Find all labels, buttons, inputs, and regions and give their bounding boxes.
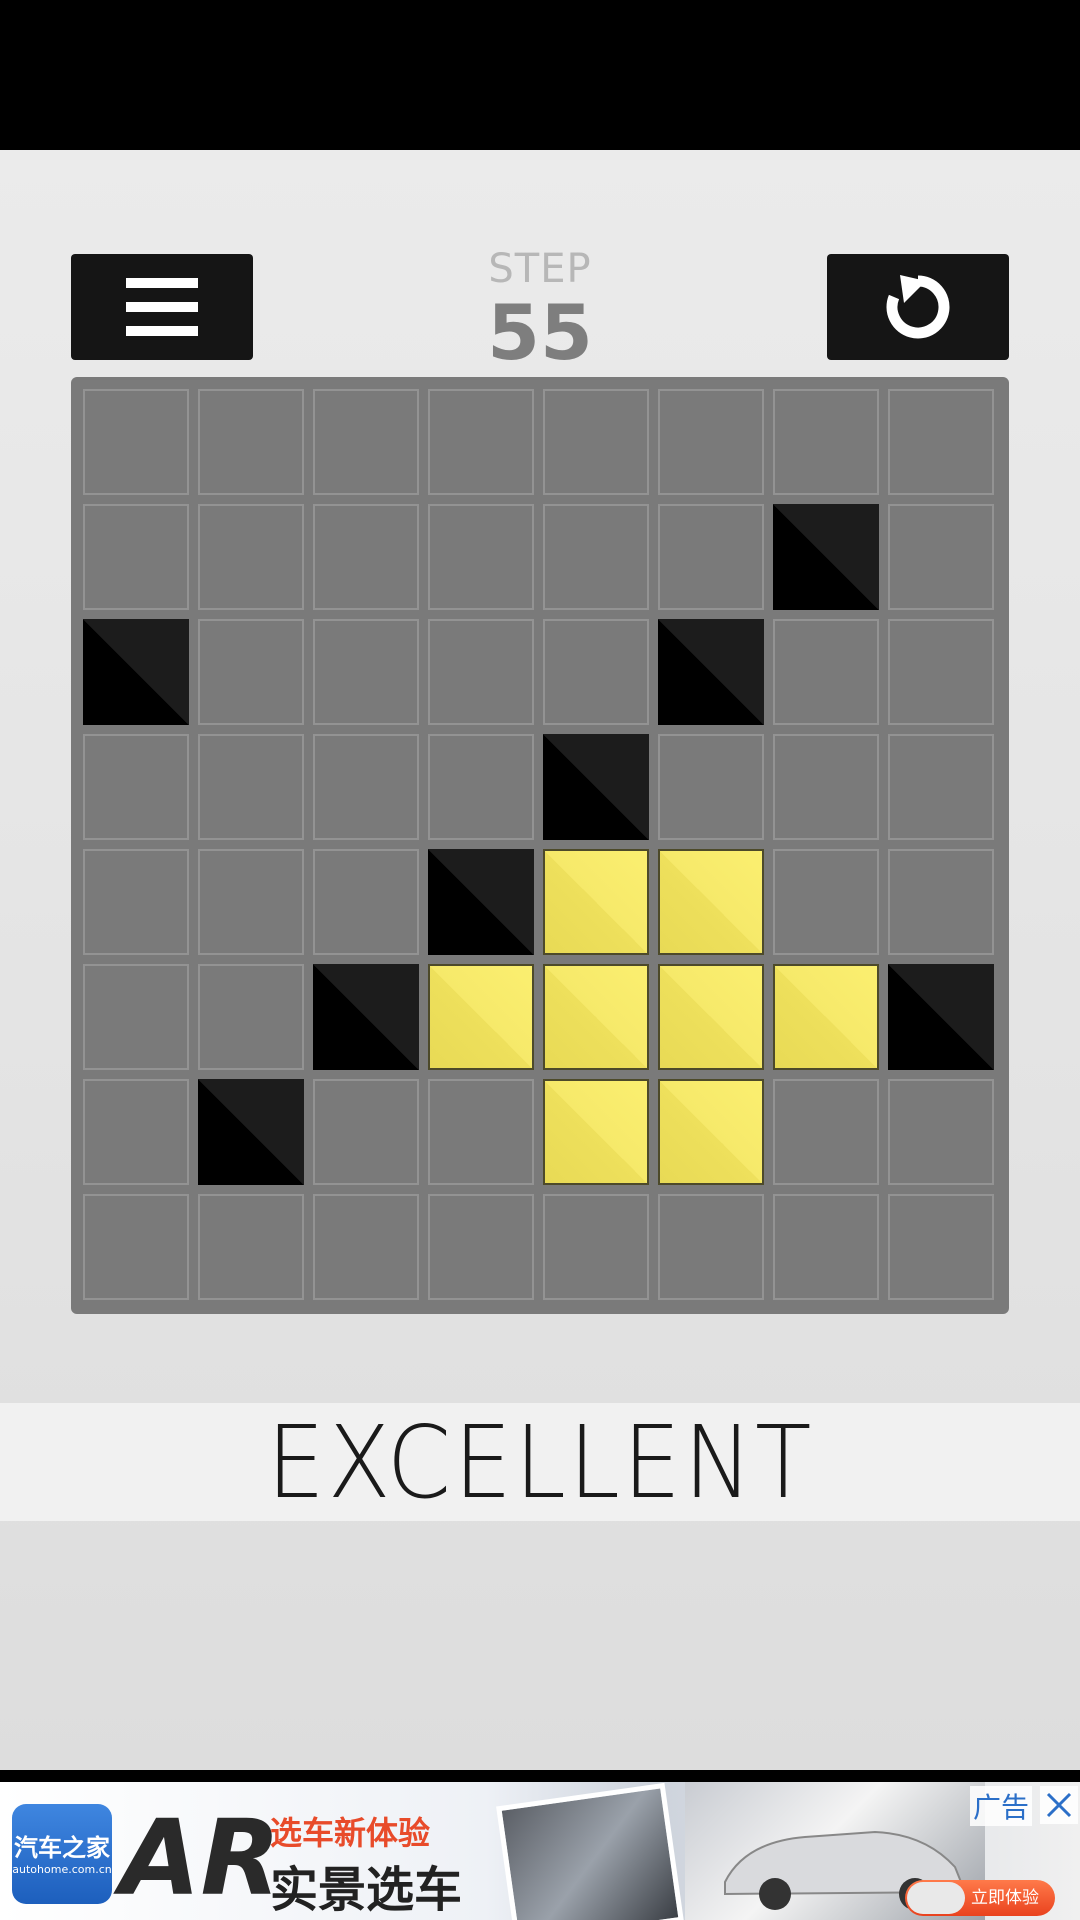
board-cell-empty[interactable] xyxy=(428,389,534,495)
ad-close-button[interactable] xyxy=(1040,1786,1078,1824)
board-cell-empty[interactable] xyxy=(428,619,534,725)
board-cell-empty[interactable] xyxy=(198,389,304,495)
ad-label: 广告 xyxy=(970,1786,1033,1826)
board-cell-empty[interactable] xyxy=(313,504,419,610)
ad-brand-name: 汽车之家 xyxy=(14,1834,110,1862)
board-cell-empty[interactable] xyxy=(543,619,649,725)
ad-cta-knob xyxy=(907,1882,965,1914)
board-cell-yellow[interactable] xyxy=(658,964,764,1070)
board-cell-yellow[interactable] xyxy=(773,964,879,1070)
ad-brand-logo[interactable]: 汽车之家 autohome.com.cn xyxy=(12,1804,112,1904)
board-cell-empty[interactable] xyxy=(773,389,879,495)
board-cell-empty[interactable] xyxy=(198,504,304,610)
board-cell-empty[interactable] xyxy=(83,849,189,955)
board-cell-empty[interactable] xyxy=(198,619,304,725)
board-cell-empty[interactable] xyxy=(83,1194,189,1300)
board-cell-empty[interactable] xyxy=(888,504,994,610)
board-cell-empty[interactable] xyxy=(83,389,189,495)
board-cell-yellow[interactable] xyxy=(428,964,534,1070)
board-cell-empty[interactable] xyxy=(313,734,419,840)
board-cell-black[interactable] xyxy=(543,734,649,840)
board-cell-empty[interactable] xyxy=(773,734,879,840)
ad-headline: 实景选车 xyxy=(270,1862,463,1918)
board-cell-empty[interactable] xyxy=(543,1194,649,1300)
board-cell-empty[interactable] xyxy=(888,1194,994,1300)
board-cell-empty[interactable] xyxy=(658,389,764,495)
board-cell-empty[interactable] xyxy=(658,504,764,610)
hamburger-menu-icon xyxy=(126,278,198,336)
board-cell-empty[interactable] xyxy=(83,734,189,840)
board-cell-empty[interactable] xyxy=(428,1194,534,1300)
board-cell-black[interactable] xyxy=(198,1079,304,1185)
board-cell-black[interactable] xyxy=(888,964,994,1070)
board-cell-empty[interactable] xyxy=(83,1079,189,1185)
step-counter: 55 xyxy=(487,288,593,377)
status-bar xyxy=(0,0,1080,150)
board-cell-empty[interactable] xyxy=(313,1194,419,1300)
board-cell-empty[interactable] xyxy=(83,964,189,1070)
board-cell-black[interactable] xyxy=(773,504,879,610)
board-cell-empty[interactable] xyxy=(428,1079,534,1185)
step-label: STEP xyxy=(488,246,592,292)
board-cell-empty[interactable] xyxy=(198,734,304,840)
board-cell-empty[interactable] xyxy=(888,619,994,725)
board-cell-yellow[interactable] xyxy=(543,849,649,955)
board-cell-empty[interactable] xyxy=(888,389,994,495)
board-cell-black[interactable] xyxy=(428,849,534,955)
close-icon xyxy=(1046,1792,1072,1818)
board-cell-empty[interactable] xyxy=(428,504,534,610)
board-cell-empty[interactable] xyxy=(888,734,994,840)
board-cell-yellow[interactable] xyxy=(543,964,649,1070)
board-cell-empty[interactable] xyxy=(428,734,534,840)
board-cell-empty[interactable] xyxy=(313,849,419,955)
ad-cta-label: 立即体验 xyxy=(971,1888,1039,1908)
board-cell-empty[interactable] xyxy=(313,619,419,725)
board-cell-yellow[interactable] xyxy=(658,849,764,955)
board-cell-empty[interactable] xyxy=(543,504,649,610)
board-cell-empty[interactable] xyxy=(658,1194,764,1300)
menu-button[interactable] xyxy=(71,254,253,360)
ad-car-interior-photo xyxy=(496,1782,684,1920)
board-cell-black[interactable] xyxy=(83,619,189,725)
board-cell-black[interactable] xyxy=(313,964,419,1070)
board-cell-empty[interactable] xyxy=(773,1194,879,1300)
board-cell-empty[interactable] xyxy=(198,1194,304,1300)
board-cell-empty[interactable] xyxy=(773,849,879,955)
board-cell-empty[interactable] xyxy=(83,504,189,610)
game-board xyxy=(71,377,1009,1314)
ad-banner[interactable]: 汽车之家 autohome.com.cn AR 选车新体验 实景选车 立即体验 … xyxy=(0,1782,1080,1920)
board-cell-empty[interactable] xyxy=(198,964,304,1070)
board-cell-empty[interactable] xyxy=(888,1079,994,1185)
board-cell-yellow[interactable] xyxy=(658,1079,764,1185)
board-cell-empty[interactable] xyxy=(888,849,994,955)
result-message: EXCELLENT xyxy=(266,1403,814,1521)
ad-brand-domain: autohome.com.cn xyxy=(12,1863,112,1876)
board-cell-black[interactable] xyxy=(658,619,764,725)
board-cell-empty[interactable] xyxy=(773,1079,879,1185)
board-cell-empty[interactable] xyxy=(658,734,764,840)
message-band: EXCELLENT xyxy=(0,1403,1080,1521)
ad-ar-mark: AR xyxy=(120,1797,281,1919)
ad-cta-button[interactable]: 立即体验 xyxy=(905,1880,1055,1916)
board-cell-empty[interactable] xyxy=(773,619,879,725)
ad-tagline: 选车新体验 xyxy=(270,1814,431,1852)
board-cell-empty[interactable] xyxy=(313,389,419,495)
board-cell-empty[interactable] xyxy=(313,1079,419,1185)
board-cell-empty[interactable] xyxy=(543,389,649,495)
restart-arrow-icon xyxy=(886,275,950,339)
restart-button[interactable] xyxy=(827,254,1009,360)
board-cell-yellow[interactable] xyxy=(543,1079,649,1185)
board-cell-empty[interactable] xyxy=(198,849,304,955)
